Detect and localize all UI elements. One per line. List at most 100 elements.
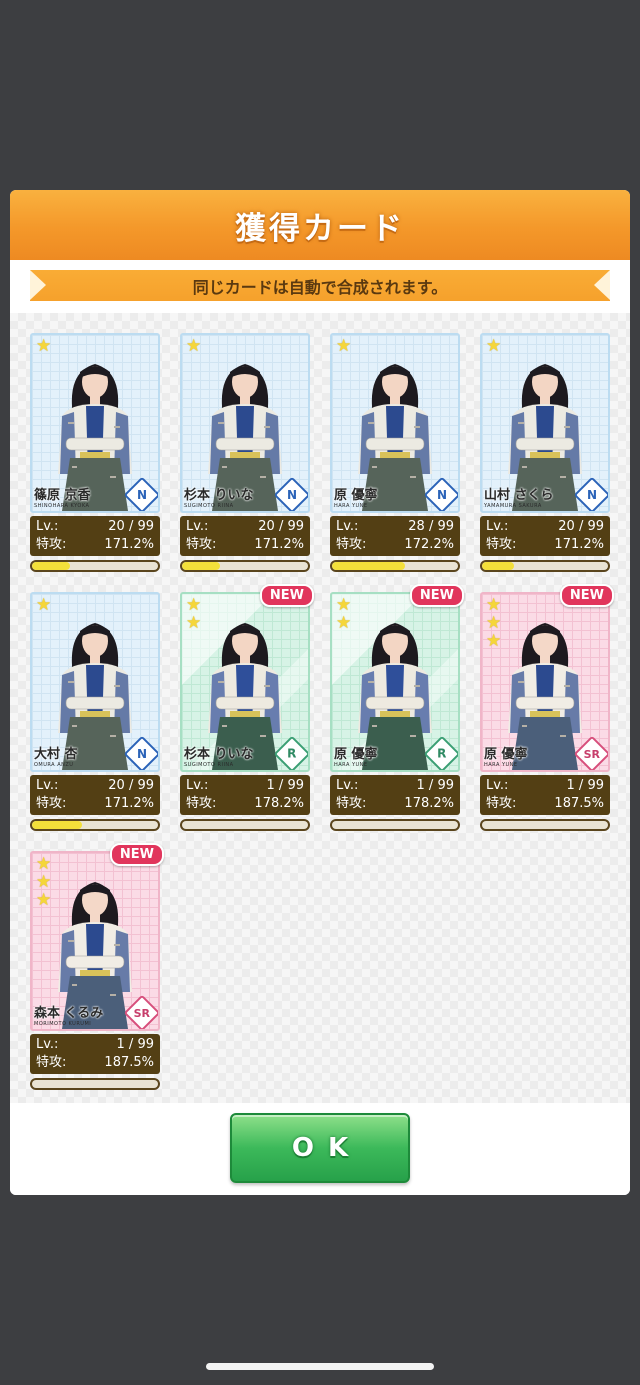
member-name: 山村 さくら [484, 488, 554, 503]
rarity-stars: ★ [36, 597, 51, 614]
rarity-label: SR [133, 1006, 151, 1020]
card-stats: Lv.: 28 / 99 特攻: 172.2% [330, 516, 460, 556]
level-value: 20 / 99 [108, 519, 154, 534]
ok-button-label: OK [291, 1133, 363, 1163]
star-icon: ★ [36, 872, 52, 892]
rarity-stars: ★ [36, 338, 51, 355]
star-icon: ★ [186, 336, 202, 356]
rarity-stars: ★ ★ [186, 597, 201, 632]
level-row: Lv.: 1 / 99 [336, 777, 454, 795]
member-name: 森本 くるみ [34, 1006, 104, 1021]
dialog-footer: OK [10, 1103, 630, 1195]
card-item[interactable]: ★ 原 優寧 HARA YUNE N Lv.: 28 / 99 特攻: 172.2% [330, 333, 460, 573]
level-row: Lv.: 20 / 99 [486, 518, 604, 536]
member-name-romaji: HARA YUNE [334, 503, 368, 509]
card-portrait: ★ ★ ★ 原 優寧 HARA YUNE SR [480, 592, 610, 772]
new-badge: NEW [559, 584, 614, 607]
rarity-label: N [136, 487, 148, 502]
card-item[interactable]: ★ ★ ★ 森本 くるみ MORIMOTO KURUMI SR NEW Lv.: 1 / 99 特… [30, 843, 164, 1091]
attack-label: 特攻: [36, 796, 67, 811]
rarity-stars: ★ [186, 338, 201, 355]
dialog-title: 獲得カード [235, 210, 405, 247]
star-icon: ★ [486, 631, 502, 651]
xp-fill [32, 821, 83, 829]
level-row: Lv.: 1 / 99 [36, 1036, 154, 1054]
rarity-stars: ★ [486, 338, 501, 355]
attack-row: 特攻: 171.2% [36, 795, 154, 813]
level-label: Lv.: [36, 1037, 59, 1052]
level-row: Lv.: 20 / 99 [36, 518, 154, 536]
rarity-label: R [287, 747, 297, 761]
level-label: Lv.: [186, 519, 209, 534]
rarity-stars: ★ ★ ★ [36, 856, 51, 909]
notice-banner: 同じカードは自動で合成されます。 [30, 270, 610, 301]
card-portrait: ★ 杉本 りいな SUGIMOTO RIINA N [180, 333, 310, 513]
xp-progress-bar [480, 819, 610, 831]
card-item[interactable]: ★ 山村 さくら YAMAMURA SAKURA N Lv.: 20 / 99 特攻: 171… [480, 333, 610, 573]
attack-value: 187.5% [554, 796, 604, 811]
xp-progress-bar [330, 560, 460, 572]
card-portrait: ★ 原 優寧 HARA YUNE N [330, 333, 460, 513]
card-grid: ★ 篠原 京香 SHINOHARA KYOKA N Lv.: 20 / 99 特攻: 171.… [10, 313, 630, 1103]
card-result-dialog: 獲得カード 同じカードは自動で合成されます。 ★ 篠原 京香 SHINOHARA K… [10, 190, 630, 1195]
xp-progress-bar [30, 819, 160, 831]
rarity-label: N [436, 487, 448, 502]
card-item[interactable]: ★ 杉本 りいな SUGIMOTO RIINA N Lv.: 20 / 99 特攻: 171.… [180, 333, 310, 573]
xp-progress-bar [180, 560, 310, 572]
card-stats: Lv.: 20 / 99 特攻: 171.2% [180, 516, 310, 556]
card-item[interactable]: ★ 篠原 京香 SHINOHARA KYOKA N Lv.: 20 / 99 特攻: 171.… [30, 333, 160, 573]
star-icon: ★ [186, 595, 202, 615]
member-name: 原 優寧 [484, 747, 528, 762]
member-name-plate: 原 優寧 HARA YUNE [334, 743, 378, 768]
member-name: 杉本 りいな [184, 747, 254, 762]
attack-label: 特攻: [36, 537, 67, 552]
card-item[interactable]: ★ ★ ★ 原 優寧 HARA YUNE SR NEW Lv.: 1 / 99 特攻: 187.5% [480, 584, 614, 832]
rarity-stars: ★ [336, 338, 351, 355]
attack-row: 特攻: 172.2% [336, 536, 454, 554]
member-name-romaji: SHINOHARA KYOKA [34, 503, 90, 509]
attack-label: 特攻: [186, 796, 217, 811]
attack-label: 特攻: [336, 796, 367, 811]
attack-value: 187.5% [104, 1055, 154, 1070]
xp-progress-bar [330, 819, 460, 831]
attack-value: 178.2% [404, 796, 454, 811]
attack-row: 特攻: 187.5% [486, 795, 604, 813]
card-stats: Lv.: 1 / 99 特攻: 178.2% [330, 775, 460, 815]
ok-button[interactable]: OK [230, 1113, 410, 1183]
rarity-stars: ★ ★ ★ [486, 597, 501, 650]
member-name-plate: 原 優寧 HARA YUNE [334, 484, 378, 509]
card-portrait: ★ ★ 原 優寧 HARA YUNE R [330, 592, 460, 772]
card-item[interactable]: ★ ★ 杉本 りいな SUGIMOTO RIINA R NEW Lv.: 1 / 99 特攻: 1… [180, 584, 314, 832]
new-badge: NEW [409, 584, 464, 607]
card-portrait: ★ 山村 さくら YAMAMURA SAKURA N [480, 333, 610, 513]
card-portrait: ★ ★ ★ 森本 くるみ MORIMOTO KURUMI SR [30, 851, 160, 1031]
member-name-romaji: MORIMOTO KURUMI [34, 1021, 92, 1027]
level-row: Lv.: 1 / 99 [186, 777, 304, 795]
rarity-label: R [437, 747, 447, 761]
member-name-romaji: SUGIMOTO RIINA [184, 762, 234, 768]
attack-row: 特攻: 171.2% [36, 536, 154, 554]
card-item[interactable]: ★ 大村 杏 OMURA ANZU N Lv.: 20 / 99 特攻: 171.2% [30, 592, 160, 832]
new-badge: NEW [259, 584, 314, 607]
attack-value: 171.2% [554, 537, 604, 552]
member-name: 大村 杏 [34, 747, 78, 762]
home-indicator[interactable] [206, 1363, 434, 1370]
member-name-romaji: OMURA ANZU [34, 762, 74, 768]
attack-row: 特攻: 178.2% [336, 795, 454, 813]
member-name: 篠原 京香 [34, 488, 91, 503]
star-icon: ★ [336, 613, 352, 633]
member-name-plate: 大村 杏 OMURA ANZU [34, 743, 78, 768]
card-stats: Lv.: 1 / 99 特攻: 178.2% [180, 775, 310, 815]
attack-label: 特攻: [486, 796, 517, 811]
attack-row: 特攻: 171.2% [486, 536, 604, 554]
attack-label: 特攻: [36, 1055, 67, 1070]
xp-progress-bar [180, 819, 310, 831]
member-name: 杉本 りいな [184, 488, 254, 503]
level-value: 1 / 99 [416, 778, 454, 793]
member-name-plate: 原 優寧 HARA YUNE [484, 743, 528, 768]
member-name-romaji: SUGIMOTO RIINA [184, 503, 234, 509]
card-portrait: ★ 篠原 京香 SHINOHARA KYOKA N [30, 333, 160, 513]
level-value: 20 / 99 [258, 519, 304, 534]
card-item[interactable]: ★ ★ 原 優寧 HARA YUNE R NEW Lv.: 1 / 99 特攻: 178.2% [330, 584, 464, 832]
card-stats: Lv.: 1 / 99 特攻: 187.5% [30, 1034, 160, 1074]
